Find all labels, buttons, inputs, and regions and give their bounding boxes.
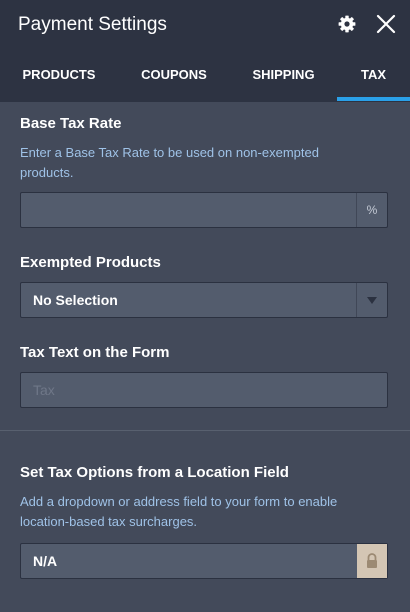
percent-suffix: % xyxy=(356,193,387,227)
tab-bar: PRODUCTS COUPONS SHIPPING TAX xyxy=(0,50,410,102)
base-tax-rate-field: % xyxy=(20,192,388,228)
tab-tax[interactable]: TAX xyxy=(337,50,410,102)
exempted-products-selected: No Selection xyxy=(33,292,118,308)
location-tax-label: Set Tax Options from a Location Field xyxy=(20,464,289,481)
exempted-products-label: Exempted Products xyxy=(20,254,161,271)
panel-header: Payment Settings xyxy=(0,0,410,50)
location-tax-help: Add a dropdown or address field to your … xyxy=(20,494,338,529)
tab-coupons[interactable]: COUPONS xyxy=(118,50,230,102)
section-divider xyxy=(0,430,410,431)
payment-settings-panel: Payment Settings PRODUCTS COUPONS SHIPPI… xyxy=(0,0,410,612)
tax-text-input[interactable] xyxy=(21,373,387,407)
base-tax-rate-label: Base Tax Rate xyxy=(20,115,122,132)
tax-text-label: Tax Text on the Form xyxy=(20,344,170,361)
tab-products[interactable]: PRODUCTS xyxy=(0,50,118,102)
location-field: N/A xyxy=(20,543,388,579)
base-tax-rate-input[interactable] xyxy=(21,193,387,227)
gear-icon[interactable] xyxy=(337,14,357,34)
lock-icon xyxy=(357,544,387,578)
panel-title: Payment Settings xyxy=(18,14,167,35)
dropdown-arrow-icon[interactable] xyxy=(356,283,387,317)
active-tab-indicator xyxy=(337,97,410,101)
exempted-products-select[interactable]: No Selection xyxy=(20,282,388,318)
tab-shipping[interactable]: SHIPPING xyxy=(230,50,337,102)
location-field-value: N/A xyxy=(33,553,58,569)
base-tax-rate-help: Enter a Base Tax Rate to be used on non-… xyxy=(20,145,319,180)
tax-text-field xyxy=(20,372,388,408)
close-icon[interactable] xyxy=(375,13,397,35)
